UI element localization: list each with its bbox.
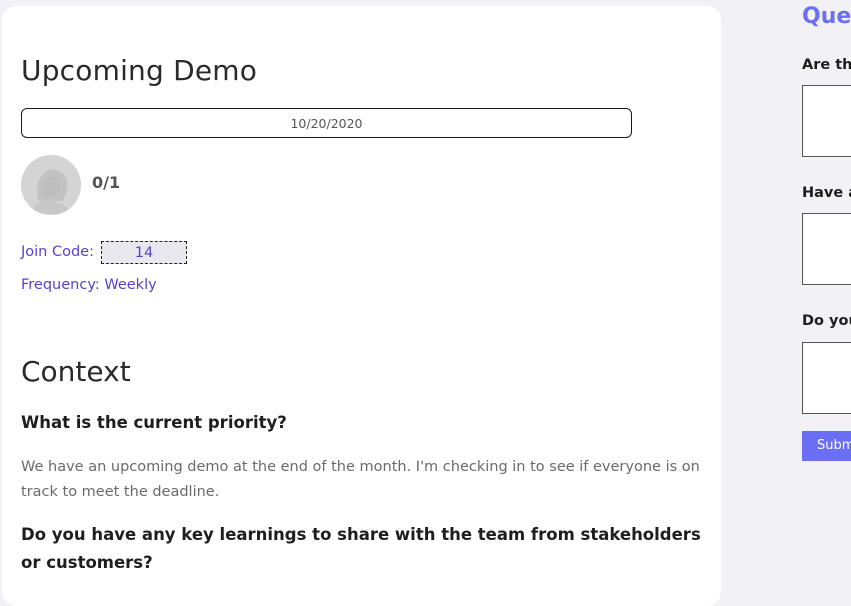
join-code-label: Join Code: [21, 244, 94, 260]
questions-panel-title: Ques [802, 4, 851, 29]
frequency-label: Frequency: Weekly [21, 277, 157, 293]
context-question: What is the current priority? [21, 413, 287, 432]
participant-count: 0/1 [92, 173, 121, 192]
context-title: Context [21, 355, 131, 388]
question-label: Are th [802, 57, 851, 73]
context-answer: We have an upcoming demo at the end of t… [21, 459, 700, 500]
answer-textarea[interactable] [802, 213, 851, 285]
answer-textarea[interactable] [802, 85, 851, 157]
question-label: Have a [802, 185, 851, 201]
answer-textarea[interactable] [802, 342, 851, 414]
meeting-card [2, 6, 721, 606]
context-question: Do you have any key learnings to share w… [21, 525, 701, 572]
avatar [21, 155, 81, 215]
submit-button[interactable]: Subm [802, 431, 851, 461]
question-label: Do you [802, 313, 851, 329]
page-title: Upcoming Demo [21, 54, 258, 87]
user-avatar-icon [21, 155, 81, 215]
date-field[interactable]: 10/20/2020 [21, 108, 632, 138]
join-code-value[interactable]: 14 [101, 241, 187, 264]
